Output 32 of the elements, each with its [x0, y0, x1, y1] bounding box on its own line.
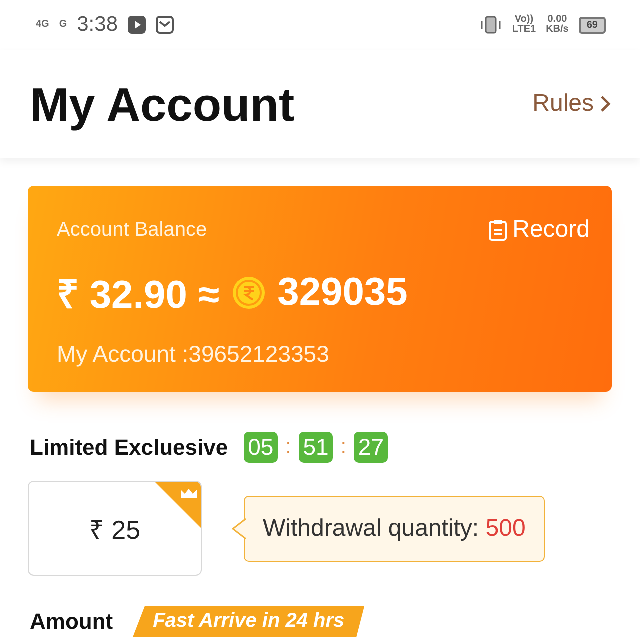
section-title: Amount — [30, 608, 114, 634]
delivery-badge: Fast Arrive in 24 hrs — [133, 606, 365, 637]
speed-unit: KB/s — [546, 25, 569, 35]
clipboard-icon — [488, 219, 507, 241]
timer-digit: 27 — [354, 432, 388, 463]
crown-corner-icon — [155, 482, 201, 528]
network-label: 4G — [36, 20, 50, 30]
timer-separator: : — [340, 436, 346, 459]
play-icon — [128, 16, 146, 34]
lte-label: LTE1 — [512, 25, 536, 35]
chevron-right-icon — [600, 95, 612, 113]
timer-digit: 05 — [244, 432, 278, 463]
battery-indicator: 69 — [578, 16, 606, 34]
section-title: Limited Excluesive — [30, 434, 228, 460]
timer-separator: : — [286, 436, 292, 459]
mail-icon — [156, 16, 174, 34]
network-label: G — [59, 20, 68, 30]
vibrate-icon — [480, 16, 502, 34]
coin-amount: 329035 — [278, 270, 408, 314]
amount-option[interactable]: ₹ 25 — [28, 481, 202, 576]
timer-digit: 51 — [299, 432, 333, 463]
speed-value: 0.00 — [548, 15, 568, 25]
balance-label: Account Balance — [57, 218, 208, 242]
withdrawal-quantity: 500 — [486, 514, 526, 542]
page-title: My Account — [30, 76, 295, 132]
account-number: My Account :39652123353 — [57, 341, 330, 368]
coin-icon — [232, 276, 266, 310]
withdrawal-label: Withdrawal quantity: — [263, 514, 480, 542]
clock: 3:38 — [77, 13, 118, 37]
balance-amount: ₹ 32.90 ≈ — [57, 273, 220, 319]
volte-label: Vo)) — [514, 15, 534, 25]
rules-link[interactable]: Rules — [532, 90, 612, 118]
